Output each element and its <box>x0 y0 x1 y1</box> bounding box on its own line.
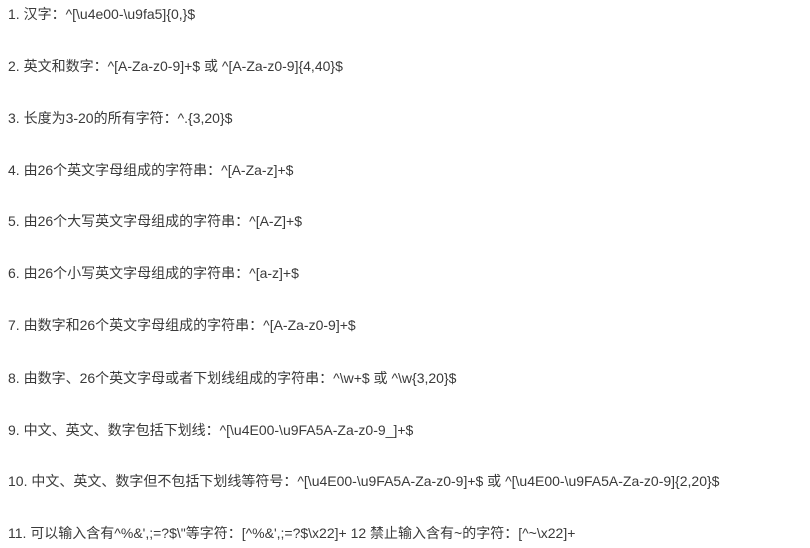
list-item: 10. 中文、英文、数字但不包括下划线等符号：^[\u4E00-\u9FA5A-… <box>8 473 720 489</box>
list-item: 8. 由数字、26个英文字母或者下划线组成的字符串：^\w+$ 或 ^\w{3,… <box>8 370 457 386</box>
list-item: 3. 长度为3-20的所有字符：^.{3,20}$ <box>8 110 233 126</box>
list-item: 4. 由26个英文字母组成的字符串：^[A-Za-z]+$ <box>8 162 294 178</box>
list-item: 7. 由数字和26个英文字母组成的字符串：^[A-Za-z0-9]+$ <box>8 317 356 333</box>
list-item: 5. 由26个大写英文字母组成的字符串：^[A-Z]+$ <box>8 213 302 229</box>
list-item: 9. 中文、英文、数字包括下划线：^[\u4E00-\u9FA5A-Za-z0-… <box>8 422 414 438</box>
list-item: 2. 英文和数字：^[A-Za-z0-9]+$ 或 ^[A-Za-z0-9]{4… <box>8 58 343 74</box>
list-item: 6. 由26个小写英文字母组成的字符串：^[a-z]+$ <box>8 265 299 281</box>
list-item: 11. 可以输入含有^%&',;=?$\"等字符：[^%&',;=?$\x22]… <box>8 525 576 541</box>
list-item: 1. 汉字：^[\u4e00-\u9fa5]{0,}$ <box>8 6 196 22</box>
